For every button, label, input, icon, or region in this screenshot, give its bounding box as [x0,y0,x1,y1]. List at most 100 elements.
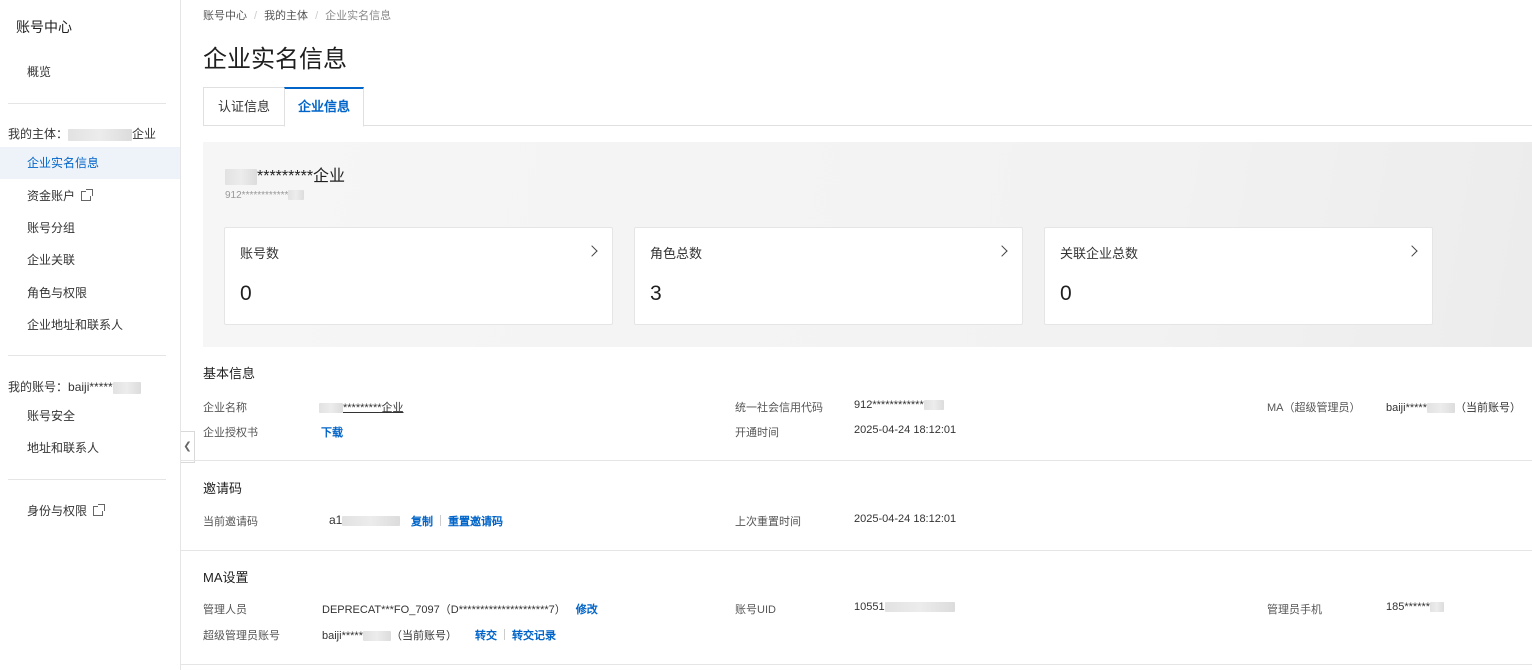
ma-value: baiji***** （当前账号） [1386,399,1521,415]
chevron-left-icon: ❮ [183,441,192,452]
stat-card-roles[interactable]: 角色总数 3 [634,227,1023,325]
entity-code-text: 912************ [225,190,289,201]
sidebar-group-my-entity: 我的主体： 企业 [8,125,156,142]
masked-code [288,190,305,201]
masked-text [1430,602,1445,613]
page-title: 企业实名信息 [203,46,347,73]
stat-card-value: 0 [1060,282,1072,305]
breadcrumb-item-account-center[interactable]: 账号中心 [203,10,247,22]
stat-card-related-entities[interactable]: 关联企业总数 0 [1044,227,1433,325]
last-reset-label: 上次重置时间 [735,516,801,528]
stat-card-label: 角色总数 [650,246,703,261]
stat-card-accounts[interactable]: 账号数 0 [224,227,613,325]
super-admin-label: 超级管理员账号 [203,630,280,642]
stat-card-label: 关联企业总数 [1060,246,1139,261]
section-title-invite: 邀请码 [203,481,243,496]
sidebar-item-label: 身份与权限 [27,504,88,518]
my-account-label: 我的账号： [8,380,69,394]
sidebar-item-roles[interactable]: 角色与权限 [27,277,87,309]
masked-entity-name [68,128,133,141]
current-invite-label: 当前邀请码 [203,516,258,528]
breadcrumb-item-my-entity[interactable]: 我的主体 [264,10,308,22]
masked-account [112,381,141,394]
masked-entity-name [225,168,257,185]
my-account-value: baiji***** [68,380,113,394]
sidebar-collapse-button[interactable]: ❮ [181,431,195,463]
my-entity-suffix: 企业 [132,127,157,141]
super-admin-suffix: （当前账号） [390,630,457,642]
edit-admin-link[interactable]: 修改 [576,604,598,616]
external-link-icon [81,189,94,201]
sidebar-divider [8,355,166,356]
reset-invite-link[interactable]: 重置邀请码 [448,516,503,528]
tab-certification[interactable]: 认证信息 [203,87,284,126]
credit-code-value: 912************ [854,399,944,411]
breadcrumb-separator: / [315,10,319,22]
last-reset-value: 2025-04-24 18:12:01 [854,513,957,525]
stat-card-label: 账号数 [240,246,280,261]
sidebar-item-identity[interactable]: 身份与权限 [27,495,106,527]
stat-card-value: 0 [240,282,252,305]
masked-text [884,602,955,613]
summary-panel: *********企业 912************ 账号数 0 角色总数 3… [203,142,1532,347]
open-time-label: 开通时间 [735,427,779,439]
sidebar-item-fund-account[interactable]: 资金账户 [27,180,94,212]
masked-text [342,515,401,526]
sidebar-item-overview[interactable]: 概览 [27,56,51,88]
admin-value: DEPRECAT***FO_7097（D********************… [322,601,598,617]
current-invite-value: a1 [329,513,401,527]
sidebar-group-my-account: 我的账号：baiji***** [8,378,141,395]
masked-text [923,400,944,411]
super-admin-text: baiji***** [322,630,363,642]
chevron-right-icon [1406,245,1418,257]
admin-phone-label: 管理员手机 [1267,604,1322,616]
tab-company-info[interactable]: 企业信息 [284,87,364,127]
chevron-right-icon [996,245,1008,257]
sidebar-item-entity-address[interactable]: 企业地址和联系人 [27,309,123,341]
sidebar-item-account-group[interactable]: 账号分组 [27,212,75,244]
breadcrumb-item-current: 企业实名信息 [325,10,392,22]
company-name-label: 企业名称 [203,402,247,414]
sidebar-divider [8,479,166,480]
auth-letter-label: 企业授权书 [203,427,258,439]
uid-label: 账号UID [735,604,776,616]
masked-text [1426,403,1455,414]
ma-suffix: （当前账号） [1454,402,1521,414]
entity-code: 912************ [225,190,305,201]
phone-text: 185****** [1386,601,1431,613]
action-separator [503,629,505,640]
sidebar-item-label: 资金账户 [27,189,76,203]
credit-code-label: 统一社会信用代码 [735,402,823,414]
stat-card-value: 3 [650,282,662,305]
transfer-log-link[interactable]: 转交记录 [512,630,556,642]
entity-name-text: *********企业 [257,168,346,185]
chevron-right-icon [586,245,598,257]
tab-bar: 认证信息 企业信息 [203,87,1532,127]
invite-code-text: a1 [329,513,343,527]
ma-value-text: baiji***** [1386,402,1427,414]
auth-letter-download-link[interactable]: 下载 [321,424,343,440]
super-admin-value: baiji***** （当前账号） 转交 转交记录 [322,627,556,643]
sidebar-title: 账号中心 [16,19,72,35]
section-title-ma: MA设置 [203,570,249,585]
sidebar: 账号中心 概览 我的主体： 企业 企业实名信息 资金账户 账号分组 企业关联 角色… [0,0,181,670]
masked-text [319,403,343,414]
breadcrumb-separator: / [254,10,258,22]
external-link-icon [93,504,106,516]
my-entity-label: 我的主体： [8,127,69,141]
admin-value-text: DEPRECAT***FO_7097（D********************… [322,604,566,616]
transfer-link[interactable]: 转交 [475,630,497,642]
sidebar-item-entity-realname[interactable]: 企业实名信息 [0,147,180,179]
section-title-basic: 基本信息 [203,366,256,381]
uid-value: 10551 [854,601,955,613]
ma-label: MA（超级管理员） [1267,402,1361,414]
credit-code-text: 912************ [854,399,924,411]
invite-actions: 复制 重置邀请码 [411,513,503,529]
sidebar-item-address-contacts[interactable]: 地址和联系人 [27,432,99,464]
section-divider [181,664,1532,665]
copy-invite-link[interactable]: 复制 [411,516,433,528]
sidebar-item-entity-relation[interactable]: 企业关联 [27,244,75,276]
masked-text [362,631,391,642]
company-name-value[interactable]: *********企业 [319,399,404,415]
sidebar-item-account-security[interactable]: 账号安全 [27,400,75,432]
